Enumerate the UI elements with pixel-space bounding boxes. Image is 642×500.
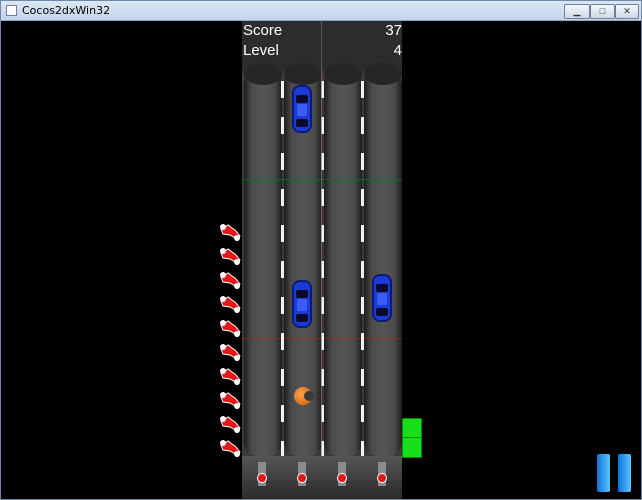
lane-dash: [281, 117, 284, 134]
close-icon: ✕: [623, 6, 631, 16]
life-car-icon: [218, 366, 242, 386]
lane-dash: [281, 153, 284, 170]
lane-dash: [361, 405, 364, 422]
gate-light: [337, 473, 347, 483]
life-car-icon: [218, 246, 242, 266]
maximize-icon: □: [599, 6, 606, 16]
lane-dash: [281, 297, 284, 314]
lane-dash: [281, 81, 284, 98]
lane-dash: [361, 153, 364, 170]
lane-dash: [361, 117, 364, 134]
lane-4: [364, 63, 402, 456]
title-bar[interactable]: Cocos2dxWin32 ▁ □ ✕: [1, 1, 641, 21]
gate-light: [377, 473, 387, 483]
life-car-icon: [218, 270, 242, 290]
lane-dash: [361, 261, 364, 278]
life-car-icon: [218, 414, 242, 434]
app-window: Cocos2dxWin32 ▁ □ ✕ Score 37 Level 4: [0, 0, 642, 500]
pause-button[interactable]: [597, 454, 633, 492]
close-button[interactable]: ✕: [615, 4, 639, 19]
gate-light: [297, 473, 307, 483]
game-canvas[interactable]: Score 37 Level 4: [2, 21, 641, 499]
life-car-icon: [218, 222, 242, 242]
lane-dash: [281, 189, 284, 206]
app-icon: [6, 5, 17, 16]
minimize-icon: ▁: [573, 6, 581, 16]
lane-dash: [361, 333, 364, 350]
level-value: 4: [393, 42, 402, 59]
lane-dash: [361, 369, 364, 386]
lane-dash: [361, 225, 364, 242]
lane-dash: [281, 261, 284, 278]
life-car-icon: [218, 438, 242, 458]
window-title: Cocos2dxWin32: [22, 4, 111, 17]
lane-dash: [361, 297, 364, 314]
fuel-block: [402, 418, 422, 458]
center-divider: [321, 21, 322, 499]
life-car-icon: [218, 390, 242, 410]
enemy-car: [292, 280, 312, 328]
lane-dash: [281, 225, 284, 242]
life-car-icon: [218, 294, 242, 314]
lane-3: [324, 63, 362, 456]
lane-dash: [281, 333, 284, 350]
lane-dash: [281, 405, 284, 422]
life-car-icon: [218, 318, 242, 338]
enemy-car: [292, 85, 312, 133]
lane-dash: [361, 81, 364, 98]
lane-1: [244, 63, 282, 456]
life-car-icon: [218, 342, 242, 362]
level-label: Level: [243, 42, 279, 59]
maximize-button[interactable]: □: [590, 4, 615, 19]
enemy-car: [372, 274, 392, 322]
minimize-button[interactable]: ▁: [564, 4, 590, 19]
gate-light: [257, 473, 267, 483]
lane-dash: [281, 369, 284, 386]
score-value: 37: [385, 22, 402, 39]
fuel-block-divider: [402, 437, 422, 438]
player-shape-notch: [304, 391, 314, 401]
score-label: Score: [243, 22, 283, 39]
lane-dash: [361, 189, 364, 206]
guide-line: [242, 179, 402, 180]
